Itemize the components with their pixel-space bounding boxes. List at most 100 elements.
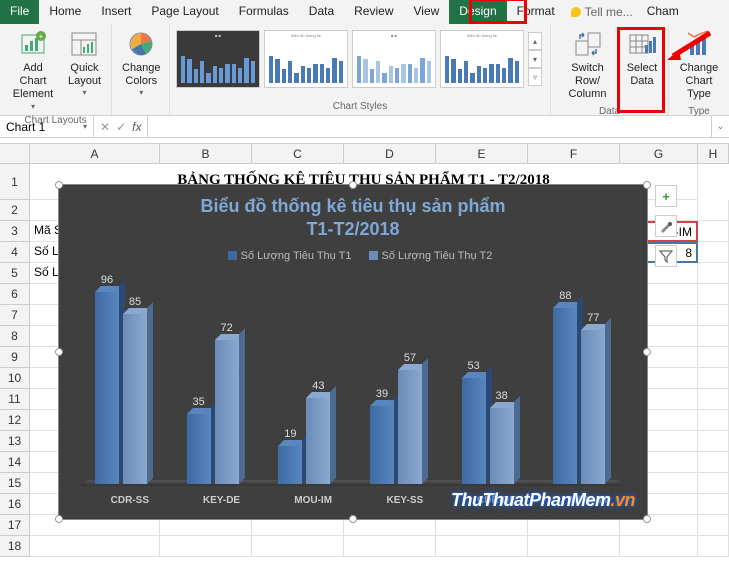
chart-bar[interactable]: 19 — [278, 446, 302, 484]
chart-bar[interactable]: 43 — [306, 398, 330, 484]
tab-page-layout[interactable]: Page Layout — [141, 0, 228, 24]
chart-style-3[interactable]: ■ ■ — [352, 30, 436, 88]
select-data-button[interactable]: Select Data — [622, 26, 662, 90]
col-header[interactable]: C — [252, 144, 344, 164]
chart-bar[interactable]: 96 — [95, 292, 119, 484]
select-data-icon — [626, 28, 658, 60]
group-change-colors: Change Colors▾ — [112, 24, 170, 115]
chart-style-4[interactable]: Biểu đồ thống kê — [440, 30, 524, 88]
change-colors-button[interactable]: Change Colors▾ — [118, 26, 165, 100]
chart-bar[interactable]: 88 — [553, 308, 577, 484]
row-header[interactable]: 15 — [0, 473, 30, 494]
chart-bar[interactable]: 85 — [123, 314, 147, 484]
col-header[interactable]: A — [30, 144, 160, 164]
row-header[interactable]: 12 — [0, 410, 30, 431]
formula-expand[interactable]: ⌄ — [711, 116, 729, 137]
col-header[interactable]: E — [436, 144, 528, 164]
group-chart-styles: ■ ■ Biểu đồ thống kê ■ ■ Biểu đồ thống k… — [170, 24, 551, 115]
column-headers: A B C D E F G H — [0, 144, 729, 164]
select-all-corner[interactable] — [0, 144, 30, 164]
tab-format[interactable]: Format — [507, 0, 565, 24]
row-header[interactable]: 18 — [0, 536, 30, 557]
row-header[interactable]: 14 — [0, 452, 30, 473]
chart-style-1[interactable]: ■ ■ — [176, 30, 260, 88]
name-box[interactable]: Chart 1▾ — [0, 116, 94, 137]
chevron-down-icon: ▾ — [83, 122, 87, 131]
change-colors-icon — [125, 28, 157, 60]
switch-row-column-icon — [572, 28, 604, 60]
formula-input[interactable] — [148, 116, 711, 137]
row-header[interactable]: 9 — [0, 347, 30, 368]
switch-row-column-button[interactable]: Switch Row/ Column — [557, 26, 618, 104]
row-header[interactable]: 11 — [0, 389, 30, 410]
chart-filters-button[interactable] — [655, 245, 677, 267]
row-header[interactable]: 1 — [0, 164, 30, 200]
chart-title[interactable]: Biểu đồ thống kê tiêu thụ sản phẩmT1-T2/… — [59, 185, 647, 244]
quick-layout-button[interactable]: Quick Layout▾ — [64, 26, 105, 100]
svg-text:+: + — [39, 32, 44, 41]
chart-category-label: KEY-SS — [364, 495, 446, 506]
chart-bar[interactable]: 53 — [462, 378, 486, 484]
change-chart-type-button[interactable]: Change Chart Type — [675, 26, 723, 104]
chart-bar[interactable]: 57 — [398, 370, 422, 484]
chart-plot-area[interactable]: 96 85CDR-SS 35 72KEY-DE 19 43MOU-IM 39 — [79, 280, 627, 484]
row-header[interactable]: 13 — [0, 431, 30, 452]
row-header[interactable]: 3 — [0, 221, 30, 242]
row-header[interactable]: 8 — [0, 326, 30, 347]
group-data: Switch Row/ Column Select Data Data — [551, 24, 669, 115]
chart-bar[interactable]: 35 — [187, 414, 211, 484]
row-header[interactable]: 16 — [0, 494, 30, 515]
tab-view[interactable]: View — [404, 0, 450, 24]
tab-home[interactable]: Home — [39, 0, 91, 24]
tab-formulas[interactable]: Formulas — [229, 0, 299, 24]
col-header[interactable]: B — [160, 144, 252, 164]
col-header[interactable]: G — [620, 144, 698, 164]
row-header[interactable]: 10 — [0, 368, 30, 389]
enter-icon[interactable]: ✓ — [116, 120, 126, 134]
formula-bar: Chart 1▾ ✕ ✓ fx ⌄ — [0, 116, 729, 138]
change-chart-type-icon — [683, 28, 715, 60]
chart-bar[interactable]: 39 — [370, 406, 394, 484]
tab-data[interactable]: Data — [299, 0, 344, 24]
tab-design[interactable]: Design — [449, 0, 506, 24]
col-header[interactable]: F — [528, 144, 620, 164]
chart-bar[interactable]: 72 — [215, 340, 239, 484]
legend-swatch-1 — [228, 251, 237, 260]
col-header[interactable]: D — [344, 144, 436, 164]
quick-layout-icon — [68, 28, 100, 60]
tab-review[interactable]: Review — [344, 0, 403, 24]
bulb-icon — [571, 7, 581, 17]
group-type: Change Chart Type Type — [669, 24, 729, 115]
row-header[interactable]: 5 — [0, 263, 30, 284]
ribbon: + Add Chart Element▾ Quick Layout▾ Chart… — [0, 24, 729, 116]
legend-swatch-2 — [369, 251, 378, 260]
watermark: ThuThuatPhanMem.vn — [451, 490, 635, 511]
menu-tabs: File Home Insert Page Layout Formulas Da… — [0, 0, 729, 24]
tell-me-search[interactable]: Tell me... — [565, 0, 639, 24]
chart-style-2[interactable]: Biểu đồ thống kê — [264, 30, 348, 88]
user-name[interactable]: Cham — [639, 0, 687, 24]
embedded-chart[interactable]: Biểu đồ thống kê tiêu thụ sản phẩmT1-T2/… — [58, 184, 648, 520]
row-header[interactable]: 17 — [0, 515, 30, 536]
row-header[interactable]: 4 — [0, 242, 30, 263]
row-header[interactable]: 6 — [0, 284, 30, 305]
row-header[interactable]: 2 — [0, 200, 30, 221]
chart-style-scroll[interactable]: ▴▾▿ — [528, 32, 542, 86]
chart-category-label: CDR-SS — [89, 495, 171, 506]
add-chart-element-icon: + — [17, 28, 49, 60]
chart-elements-button[interactable]: + — [655, 185, 677, 207]
chart-bar[interactable]: 77 — [581, 330, 605, 484]
chart-category-label: KEY-DE — [181, 495, 263, 506]
group-label-chart-styles: Chart Styles — [176, 99, 544, 115]
chart-bar[interactable]: 38 — [490, 408, 514, 484]
add-chart-element-button[interactable]: + Add Chart Element▾ — [6, 26, 60, 113]
row-header[interactable]: 7 — [0, 305, 30, 326]
chart-styles-button[interactable] — [655, 215, 677, 237]
col-header[interactable]: H — [698, 144, 729, 164]
chart-category-label: MOU-IM — [272, 495, 354, 506]
cancel-icon[interactable]: ✕ — [100, 120, 110, 134]
tab-insert[interactable]: Insert — [91, 0, 141, 24]
tab-file[interactable]: File — [0, 0, 39, 24]
fx-icon[interactable]: fx — [132, 120, 141, 134]
chart-legend[interactable]: Số Lượng Tiêu Thụ T1 Số Lượng Tiêu Thụ T… — [59, 244, 647, 266]
